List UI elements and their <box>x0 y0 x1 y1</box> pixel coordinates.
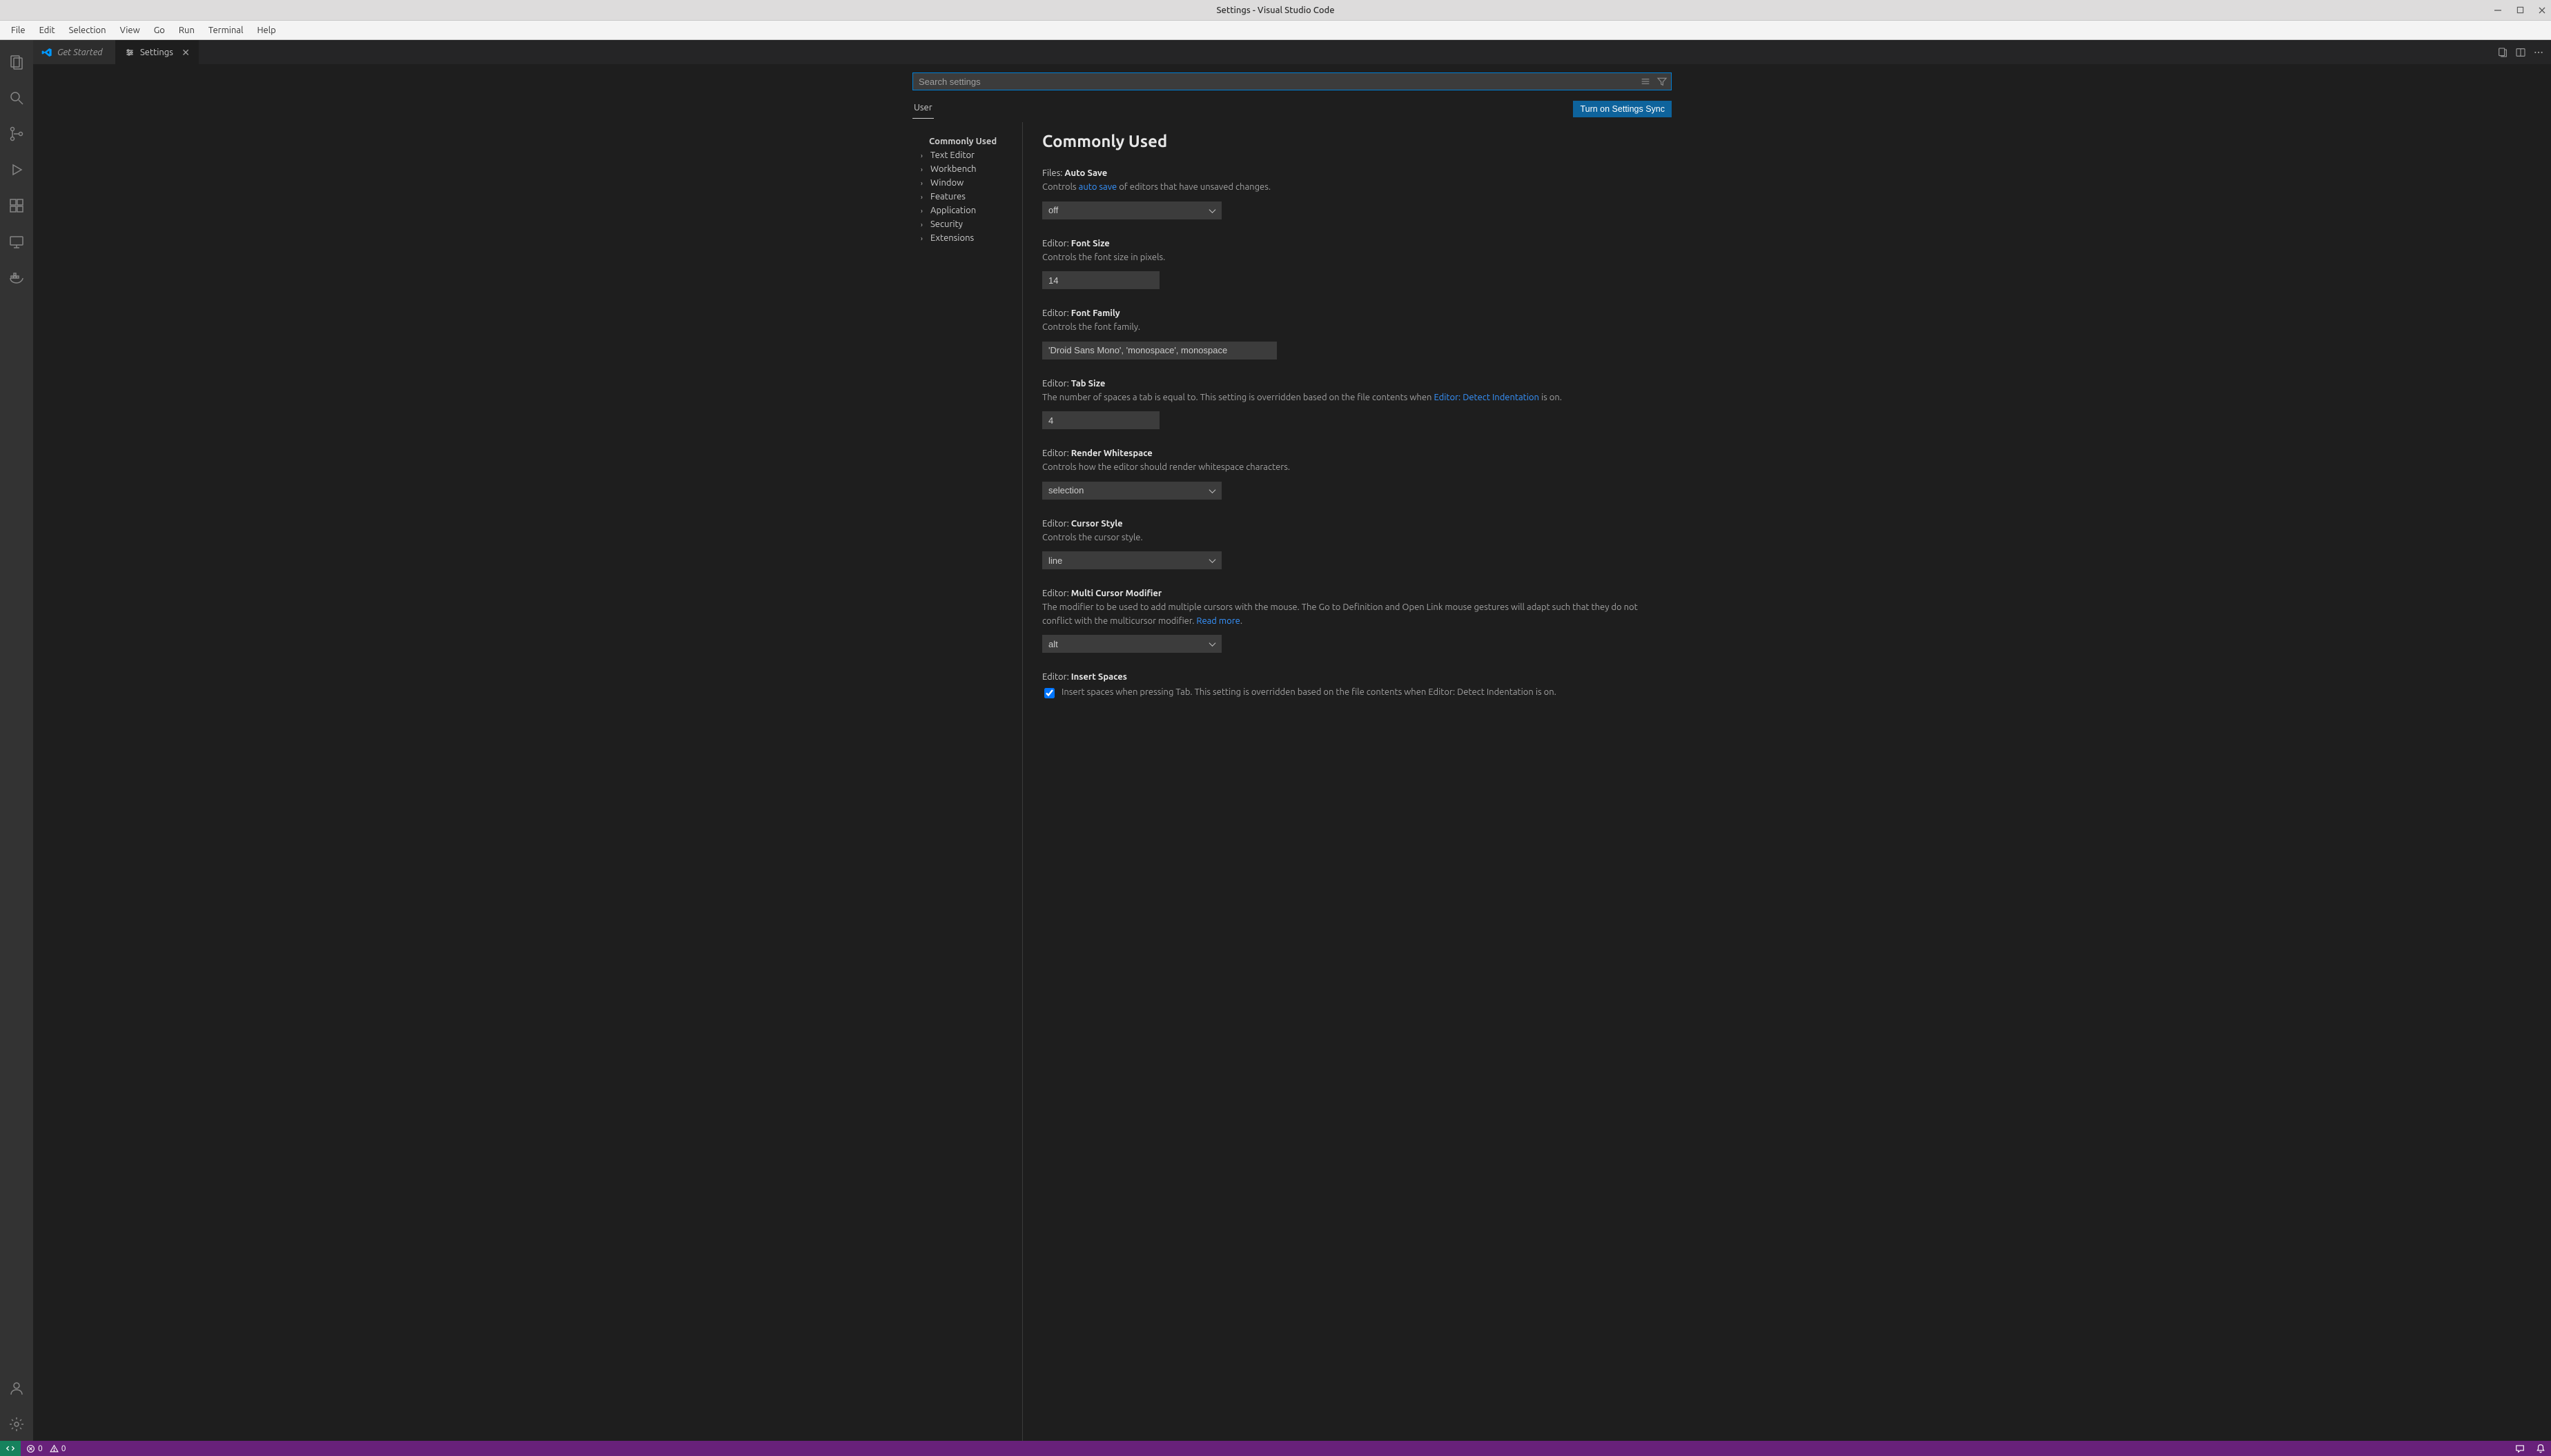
chevron-right-icon: › <box>921 193 928 201</box>
window-maximize-icon[interactable] <box>2515 6 2525 15</box>
menu-view[interactable]: View <box>113 24 147 37</box>
window-title: Settings - Visual Studio Code <box>1217 6 1335 15</box>
checkbox-insert-spaces[interactable] <box>1044 688 1055 698</box>
link-read-more[interactable]: Read more <box>1196 616 1240 626</box>
settings-list[interactable]: Commonly Used Files: Auto Save Controls … <box>1023 122 1672 1441</box>
select-cursor-style[interactable]: line <box>1042 551 1222 569</box>
filter-icon[interactable] <box>1656 76 1668 87</box>
toc-extensions[interactable]: ›Extensions <box>919 231 1018 245</box>
vscode-logo-icon <box>41 47 52 58</box>
select-render-whitespace[interactable]: selection <box>1042 482 1222 500</box>
close-tab-icon[interactable]: ✕ <box>182 48 190 57</box>
link-auto-save[interactable]: auto save <box>1079 182 1117 192</box>
window-titlebar: Settings - Visual Studio Code <box>0 0 2551 21</box>
chevron-right-icon: › <box>921 152 928 159</box>
chevron-right-icon: › <box>921 166 928 173</box>
accounts-icon[interactable] <box>0 1372 33 1405</box>
toc-features[interactable]: ›Features <box>919 190 1018 204</box>
window-minimize-icon[interactable] <box>2493 6 2503 15</box>
key-tab: Tab <box>1175 687 1190 697</box>
tab-label: Settings <box>140 48 173 57</box>
error-count: 0 <box>38 1444 43 1453</box>
remote-indicator[interactable] <box>0 1441 21 1456</box>
settings-search-input[interactable] <box>912 72 1672 90</box>
tab-settings[interactable]: Settings ✕ <box>116 40 199 64</box>
menu-selection[interactable]: Selection <box>62 24 113 37</box>
extensions-icon[interactable] <box>0 189 33 222</box>
more-actions-icon[interactable] <box>2533 47 2544 58</box>
toc-workbench[interactable]: ›Workbench <box>919 162 1018 176</box>
docker-icon[interactable] <box>0 261 33 294</box>
window-close-icon[interactable] <box>2537 6 2547 15</box>
source-control-icon[interactable] <box>0 117 33 150</box>
toc-commonly-used[interactable]: Commonly Used <box>919 135 1018 148</box>
menu-edit[interactable]: Edit <box>32 24 62 37</box>
setting-editor-font-family: Editor: Font Family Controls the font fa… <box>1042 302 1665 372</box>
warning-count: 0 <box>61 1444 66 1453</box>
setting-editor-font-size: Editor: Font Size Controls the font size… <box>1042 232 1665 302</box>
chevron-right-icon: › <box>921 179 928 187</box>
menu-help[interactable]: Help <box>250 24 282 37</box>
select-auto-save[interactable]: off <box>1042 201 1222 219</box>
notifications-icon[interactable] <box>2530 1444 2551 1453</box>
settings-sync-button[interactable]: Turn on Settings Sync <box>1573 101 1672 117</box>
scope-tab-user[interactable]: User <box>912 99 934 119</box>
settings-section-heading: Commonly Used <box>1042 132 1665 150</box>
menu-run[interactable]: Run <box>172 24 202 37</box>
statusbar: 0 0 <box>0 1441 2551 1456</box>
setting-editor-insert-spaces: Editor: Insert Spaces Insert spaces when… <box>1042 665 1665 712</box>
menu-terminal[interactable]: Terminal <box>202 24 251 37</box>
tab-label: Get Started <box>57 48 103 57</box>
editor-tabs: Get Started Settings ✕ <box>33 40 2551 64</box>
input-font-size[interactable] <box>1042 271 1160 289</box>
explorer-icon[interactable] <box>0 46 33 79</box>
settings-gear-icon[interactable] <box>0 1408 33 1441</box>
input-tab-size[interactable] <box>1042 411 1160 429</box>
chevron-right-icon: › <box>921 207 928 215</box>
settings-toc: Commonly Used ›Text Editor ›Workbench ›W… <box>912 122 1023 1441</box>
link-detect-indentation[interactable]: Editor: Detect Indentation <box>1428 687 1534 697</box>
toc-text-editor[interactable]: ›Text Editor <box>919 148 1018 162</box>
select-multi-cursor-modifier[interactable]: alt <box>1042 635 1222 653</box>
remote-explorer-icon[interactable] <box>0 225 33 258</box>
chevron-right-icon: › <box>921 221 928 228</box>
menubar: File Edit Selection View Go Run Terminal… <box>0 21 2551 40</box>
toc-application[interactable]: ›Application <box>919 204 1018 217</box>
setting-files-auto-save: Files: Auto Save Controls auto save of e… <box>1042 161 1665 232</box>
input-font-family[interactable] <box>1042 342 1277 360</box>
feedback-icon[interactable] <box>2510 1444 2530 1453</box>
setting-editor-tab-size: Editor: Tab Size The number of spaces a … <box>1042 372 1665 442</box>
tab-get-started[interactable]: Get Started <box>33 40 116 64</box>
menu-go[interactable]: Go <box>147 24 172 37</box>
setting-editor-multi-cursor-modifier: Editor: Multi Cursor Modifier The modifi… <box>1042 582 1665 665</box>
chevron-right-icon: › <box>921 235 928 242</box>
toc-security[interactable]: ›Security <box>919 217 1018 231</box>
clear-search-icon[interactable] <box>1640 76 1651 87</box>
problems-errors[interactable]: 0 0 <box>21 1444 72 1453</box>
activitybar <box>0 40 33 1441</box>
settings-file-icon <box>124 47 135 58</box>
split-editor-icon[interactable] <box>2515 47 2526 58</box>
toc-window[interactable]: ›Window <box>919 176 1018 190</box>
open-settings-json-icon[interactable] <box>2497 47 2508 58</box>
menu-file[interactable]: File <box>4 24 32 37</box>
search-icon[interactable] <box>0 81 33 115</box>
run-debug-icon[interactable] <box>0 153 33 186</box>
setting-editor-render-whitespace: Editor: Render Whitespace Controls how t… <box>1042 442 1665 512</box>
setting-editor-cursor-style: Editor: Cursor Style Controls the cursor… <box>1042 512 1665 582</box>
link-detect-indentation[interactable]: Editor: Detect Indentation <box>1434 393 1539 402</box>
